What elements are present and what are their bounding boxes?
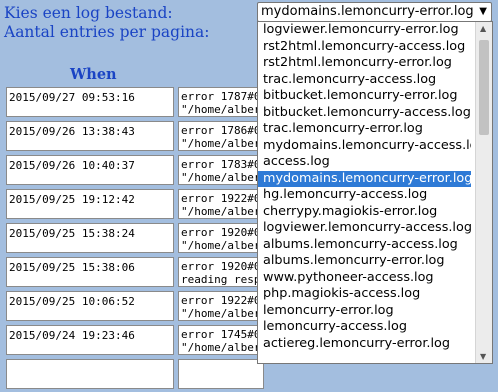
when-column-header: When <box>70 66 117 83</box>
scroll-up-arrow-icon[interactable]: ▲ <box>480 24 486 33</box>
dropdown-option[interactable]: mydomains.lemoncurry-access.log <box>258 138 471 155</box>
entry-when-field[interactable]: 2015/09/25 15:38:24 <box>6 223 174 253</box>
dropdown-option[interactable]: trac.lemoncurry-access.log <box>258 72 471 89</box>
dropdown-option[interactable]: rst2html.lemoncurry-error.log <box>258 55 471 72</box>
dropdown-option[interactable]: bitbucket.lemoncurry-error.log <box>258 88 471 105</box>
entry-message-field[interactable]: error 1920#0 reading resp <box>178 257 264 287</box>
entry-message-field[interactable]: error 1922#0 "/home/alber <box>178 189 264 219</box>
dropdown-arrow-icon[interactable]: ▼ <box>479 3 487 21</box>
dropdown-option[interactable]: php.magiokis-access.log <box>258 286 471 303</box>
dropdown-options: logviewer.lemoncurry-error.log rst2html.l… <box>258 22 492 352</box>
entry-message-field[interactable]: error 1787#0 "/home/alber <box>178 87 264 117</box>
entry-message-field[interactable]: error 1783#0 "/home/alber <box>178 155 264 185</box>
dropdown-option[interactable]: logviewer.lemoncurry-error.log <box>258 22 471 39</box>
dropdown-option[interactable]: actiereg.lemoncurry-error.log <box>258 336 471 353</box>
entry-message-field[interactable]: error 1920#0 "/home/alber <box>178 223 264 253</box>
dropdown-option[interactable]: logviewer.lemoncurry-access.log <box>258 220 471 237</box>
dropdown-scrollbar[interactable]: ▲ ▼ <box>475 22 492 363</box>
dropdown-option[interactable]: albums.lemoncurry-error.log <box>258 253 471 270</box>
entry-message-field[interactable]: error 1786#0 "/home/alber <box>178 121 264 151</box>
scrollbar-thumb[interactable] <box>479 40 489 135</box>
dropdown-option[interactable]: trac.lemoncurry-error.log <box>258 121 471 138</box>
log-file-select[interactable]: mydomains.lemoncurry-error.log ▼ <box>257 2 492 22</box>
entry-when-field[interactable]: 2015/09/27 09:53:16 <box>6 87 174 117</box>
entry-when-field[interactable]: 2015/09/25 15:38:06 <box>6 257 174 287</box>
entry-when-field[interactable]: 2015/09/26 10:40:37 <box>6 155 174 185</box>
scroll-down-arrow-icon[interactable]: ▼ <box>480 352 486 361</box>
log-file-label: Kies een log bestand: <box>4 4 173 22</box>
entry-when-field[interactable]: 2015/09/25 19:12:42 <box>6 189 174 219</box>
entry-when-field[interactable]: 2015/09/25 10:06:52 <box>6 291 174 321</box>
entry-when-field[interactable]: 2015/09/26 13:38:43 <box>6 121 174 151</box>
dropdown-option[interactable]: mydomains.lemoncurry-error.log <box>258 170 471 187</box>
dropdown-option[interactable]: cherrypy.magiokis-error.log <box>258 204 471 221</box>
dropdown-option[interactable]: lemoncurry-access.log <box>258 319 471 336</box>
entries-per-page-label: Aantal entries per pagina: <box>4 23 210 41</box>
dropdown-option[interactable]: access.log <box>258 154 471 171</box>
dropdown-option[interactable]: www.pythoneer-access.log <box>258 270 471 287</box>
dropdown-option[interactable]: lemoncurry-error.log <box>258 303 471 320</box>
dropdown-option[interactable]: albums.lemoncurry-access.log <box>258 237 471 254</box>
log-file-select-value: mydomains.lemoncurry-error.log <box>261 4 474 19</box>
dropdown-option[interactable]: bitbucket.lemoncurry-access.log <box>258 105 471 122</box>
entry-when-field[interactable]: 2015/09/24 19:23:46 <box>6 325 174 355</box>
dropdown-option[interactable]: hg.lemoncurry-access.log <box>258 187 471 204</box>
log-file-dropdown-list[interactable]: logviewer.lemoncurry-error.log rst2html.l… <box>257 21 493 364</box>
entry-message-field[interactable]: error 1745#0 "/home/alber <box>178 325 264 355</box>
entry-message-field[interactable]: error 1922#0 "/home/alber <box>178 291 264 321</box>
dropdown-option[interactable]: rst2html.lemoncurry-access.log <box>258 39 471 56</box>
